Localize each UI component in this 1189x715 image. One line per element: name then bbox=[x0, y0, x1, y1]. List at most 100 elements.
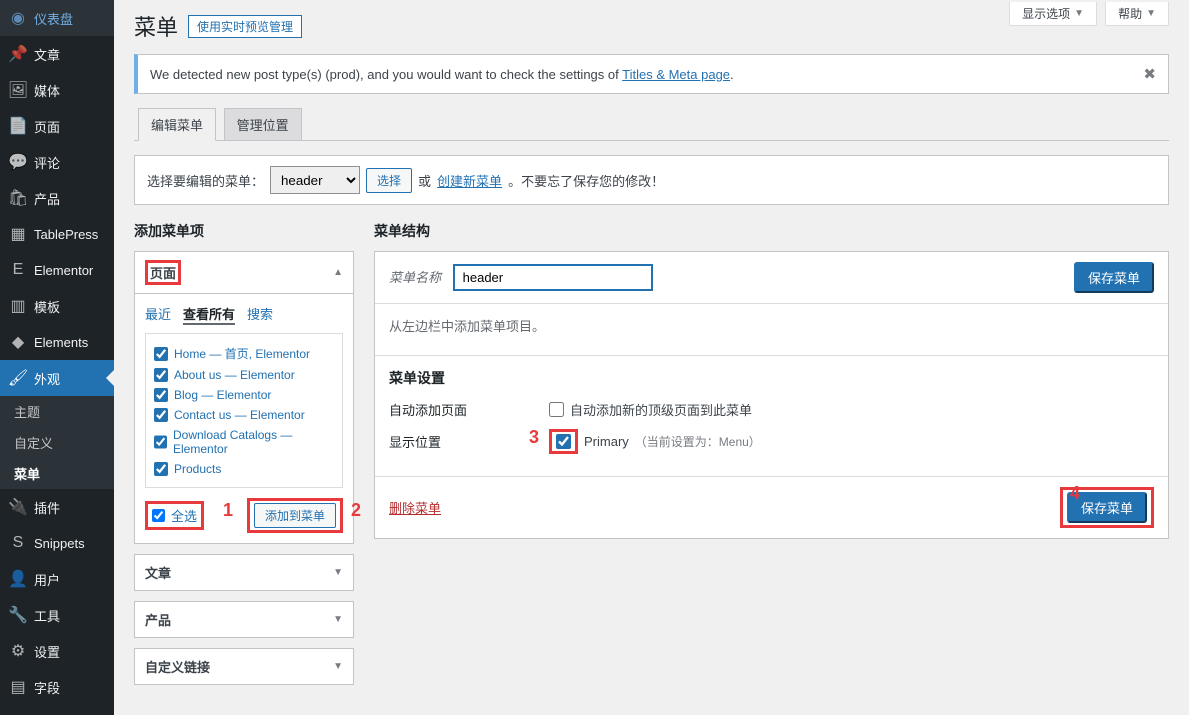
page-checkbox[interactable] bbox=[154, 435, 167, 449]
accordion-products: 产品▼ bbox=[134, 601, 354, 638]
sidebar-item-appearance[interactable]: 🖌外观 bbox=[0, 360, 114, 396]
page-item[interactable]: About us — Elementor bbox=[154, 365, 334, 385]
sidebar-item-elementor[interactable]: E Elementor bbox=[0, 252, 114, 288]
select-menu-button[interactable]: 选择 bbox=[366, 168, 412, 193]
accordion-pages-header[interactable]: 页面 ▲ bbox=[135, 252, 353, 294]
gear-icon: ⚙ bbox=[8, 641, 28, 661]
sidebar-item-label: 字段 bbox=[34, 678, 60, 697]
location-primary-label: Primary bbox=[584, 434, 629, 449]
select-all[interactable]: 全选 bbox=[152, 506, 197, 525]
sidebar-item-label: Elements bbox=[34, 335, 88, 350]
gauge-icon: ◉ bbox=[8, 8, 28, 28]
sidebar-item-users[interactable]: 👤 用户 bbox=[0, 561, 114, 597]
tab-edit-menus[interactable]: 编辑菜单 bbox=[138, 108, 216, 141]
highlight-add-to-menu: 添加到菜单 bbox=[247, 498, 343, 533]
highlight-primary-checkbox bbox=[549, 429, 578, 454]
structure-heading: 菜单结构 bbox=[374, 221, 1169, 241]
chevron-down-icon: ▼ bbox=[333, 614, 343, 625]
accordion-custom-header[interactable]: 自定义链接▼ bbox=[135, 649, 353, 684]
location-primary-checkbox[interactable] bbox=[556, 434, 571, 449]
chevron-down-icon: ▼ bbox=[333, 567, 343, 578]
elementor-icon: E bbox=[8, 260, 28, 280]
create-new-menu-link[interactable]: 创建新菜单 bbox=[437, 171, 502, 190]
close-icon[interactable]: ✖ bbox=[1143, 65, 1156, 83]
auto-add-checkbox-label[interactable]: 自动添加新的顶级页面到此菜单 bbox=[549, 400, 752, 419]
menu-selector-row: 选择要编辑的菜单： header 选择 或 创建新菜单。不要忘了保存您的修改！ bbox=[134, 155, 1169, 205]
sidebar-item-templates[interactable]: ▥ 模板 bbox=[0, 288, 114, 324]
appearance-submenu: 主题 自定义 菜单 bbox=[0, 396, 114, 489]
page-checkbox[interactable] bbox=[154, 388, 168, 402]
page-item[interactable]: Products bbox=[154, 459, 334, 479]
sidebar-item-label: 模板 bbox=[34, 297, 60, 316]
auto-add-checkbox[interactable] bbox=[549, 402, 564, 417]
sidebar-item-posts[interactable]: 📌文章 bbox=[0, 36, 114, 72]
sidebar-item-label: 媒体 bbox=[34, 81, 60, 100]
template-icon: ▥ bbox=[8, 296, 28, 316]
sidebar-item-products[interactable]: 🛍产品 bbox=[0, 180, 114, 216]
delete-menu-link[interactable]: 删除菜单 bbox=[389, 498, 441, 517]
sidebar-item-label: Elementor bbox=[34, 263, 93, 278]
or-text: 或 bbox=[418, 171, 431, 190]
add-to-menu-button[interactable]: 添加到菜单 bbox=[254, 503, 336, 528]
user-icon: 👤 bbox=[8, 569, 28, 589]
brush-icon: 🖌 bbox=[8, 368, 28, 388]
page-item[interactable]: Home — 首页, Elementor bbox=[154, 342, 334, 365]
sidebar-item-label: 工具 bbox=[34, 606, 60, 625]
sidebar-item-plugins[interactable]: 🔌 插件 bbox=[0, 489, 114, 525]
page-item[interactable]: Blog — Elementor bbox=[154, 385, 334, 405]
sidebar-item-dashboard[interactable]: ◉ 仪表盘 bbox=[0, 0, 114, 36]
submenu-menus[interactable]: 菜单 bbox=[0, 458, 114, 489]
table-icon: ▦ bbox=[8, 224, 28, 244]
accordion-products-header[interactable]: 产品▼ bbox=[135, 602, 353, 637]
live-preview-button[interactable]: 使用实时预览管理 bbox=[188, 15, 302, 38]
sidebar-item-comments[interactable]: 💬评论 bbox=[0, 144, 114, 180]
auto-add-label: 自动添加页面 bbox=[389, 400, 549, 419]
menu-settings-title: 菜单设置 bbox=[389, 368, 1154, 388]
accordion-pages: 页面 ▲ 最近 查看所有 搜索 Home — 首页, Elementor Abo… bbox=[134, 251, 354, 544]
page-checkbox[interactable] bbox=[154, 462, 168, 476]
sidebar-item-label: 设置 bbox=[34, 642, 60, 661]
notice-banner: We detected new post type(s) (prod), and… bbox=[134, 54, 1169, 94]
annotation-3: 3 bbox=[529, 427, 539, 448]
menu-select[interactable]: header bbox=[270, 166, 360, 194]
tab-search[interactable]: 搜索 bbox=[247, 304, 273, 325]
sidebar-item-label: 用户 bbox=[34, 570, 60, 589]
chevron-up-icon: ▲ bbox=[333, 267, 343, 278]
menu-empty-hint: 从左边栏中添加菜单项目。 bbox=[375, 304, 1168, 355]
submenu-customize[interactable]: 自定义 bbox=[0, 427, 114, 458]
sidebar-item-fields[interactable]: ▤字段 bbox=[0, 669, 114, 705]
screen-options-tab[interactable]: 显示选项▼ bbox=[1009, 2, 1097, 26]
sidebar-item-settings[interactable]: ⚙ 设置 bbox=[0, 633, 114, 669]
page-item[interactable]: Download Catalogs — Elementor bbox=[154, 425, 334, 459]
page-item[interactable]: Contact us — Elementor bbox=[154, 405, 334, 425]
page-checkbox[interactable] bbox=[154, 408, 168, 422]
sidebar-item-tablepress[interactable]: ▦ TablePress bbox=[0, 216, 114, 252]
menu-name-input[interactable] bbox=[453, 264, 653, 291]
sidebar-item-media[interactable]: 🖼媒体 bbox=[0, 72, 114, 108]
help-tab[interactable]: 帮助▼ bbox=[1105, 2, 1169, 26]
sidebar-item-snippets[interactable]: SSnippets bbox=[0, 525, 114, 561]
add-items-heading: 添加菜单项 bbox=[134, 221, 354, 241]
page-checkbox[interactable] bbox=[154, 368, 168, 382]
tab-manage-locations[interactable]: 管理位置 bbox=[224, 108, 302, 140]
notice-link[interactable]: Titles & Meta page bbox=[622, 67, 730, 82]
sidebar-item-tools[interactable]: 🔧 工具 bbox=[0, 597, 114, 633]
tab-recent[interactable]: 最近 bbox=[145, 304, 171, 325]
wrench-icon: 🔧 bbox=[8, 605, 28, 625]
sidebar-item-label: 文章 bbox=[34, 45, 60, 64]
sidebar-item-label: 插件 bbox=[34, 498, 60, 517]
sidebar-item-elements[interactable]: ◆Elements bbox=[0, 324, 114, 360]
plugin-icon: 🔌 bbox=[8, 497, 28, 517]
tab-view-all[interactable]: 查看所有 bbox=[183, 304, 235, 325]
accordion-posts-header[interactable]: 文章▼ bbox=[135, 555, 353, 590]
screen-meta: 显示选项▼ 帮助▼ bbox=[1009, 2, 1169, 26]
submenu-themes[interactable]: 主题 bbox=[0, 396, 114, 427]
page-checkbox[interactable] bbox=[154, 347, 168, 361]
select-all-checkbox[interactable] bbox=[152, 509, 165, 522]
menu-name-label: 菜单名称 bbox=[389, 270, 441, 285]
save-menu-button-top[interactable]: 保存菜单 bbox=[1074, 262, 1154, 293]
sidebar-item-label: 仪表盘 bbox=[34, 9, 73, 28]
page-icon: 📄 bbox=[8, 116, 28, 136]
sidebar-item-pages[interactable]: 📄页面 bbox=[0, 108, 114, 144]
sidebar-item-label: TablePress bbox=[34, 227, 98, 242]
